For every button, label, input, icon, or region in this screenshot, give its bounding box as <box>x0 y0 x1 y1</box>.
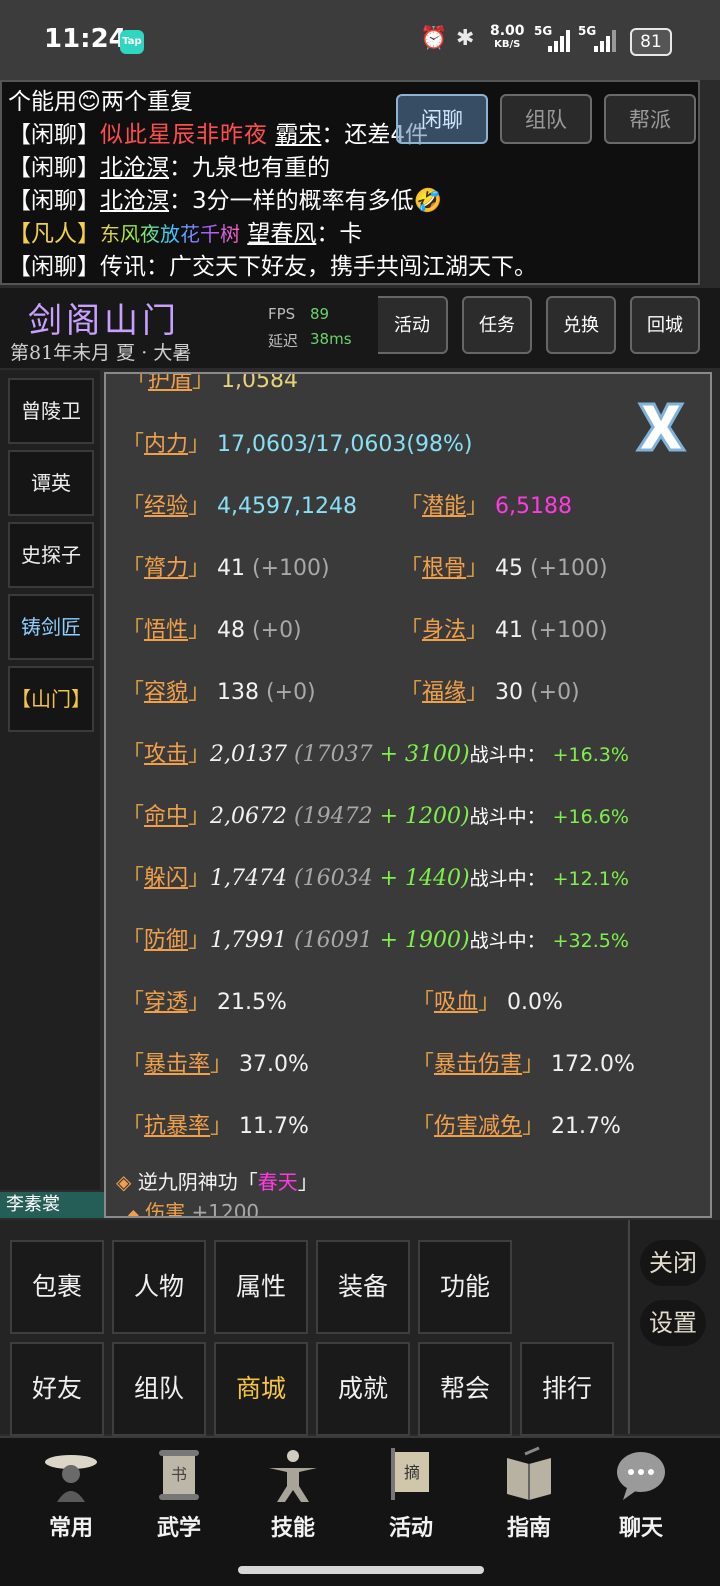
banner-icon: 摘 <box>391 1448 429 1500</box>
quest-button[interactable]: 任务 <box>462 296 532 354</box>
stat-neili: 「内力」 17,0603/17,0603(98%) <box>122 432 473 457</box>
tab-chat-guild[interactable]: 帮派 <box>604 94 696 144</box>
status-time: 11:24 <box>44 24 127 54</box>
settings-button[interactable]: 设置 <box>640 1300 706 1346</box>
menu-character-button[interactable]: 人物 <box>112 1240 206 1334</box>
menu-attributes-button[interactable]: 属性 <box>214 1240 308 1334</box>
menu-guild-button[interactable]: 帮会 <box>418 1342 512 1436</box>
exchange-button[interactable]: 兑换 <box>546 296 616 354</box>
menu-achievements-button[interactable]: 成就 <box>316 1342 410 1436</box>
nav-label: 活动 <box>388 1516 433 1541</box>
scroll-icon: 书 <box>159 1450 199 1500</box>
tab-chat-casual[interactable]: 闲聊 <box>396 94 488 144</box>
nav-label: 武学 <box>156 1516 201 1541</box>
chat-line: 【闲聊】传讯：广交天下好友，携手共闯江湖天下。 <box>8 254 537 280</box>
menu-shop-button[interactable]: 商城 <box>214 1342 308 1436</box>
nav-skills[interactable]: 技能 <box>248 1444 338 1542</box>
stat-potential: 「潜能」 6,5188 <box>400 494 573 519</box>
stat-constitution: 「根骨」 45 (+100) <box>400 556 608 581</box>
stat-agility: 「身法」 41 (+100) <box>400 618 608 643</box>
nav-martial[interactable]: 书 武学 <box>134 1444 224 1542</box>
menu-bag-button[interactable]: 包裹 <box>10 1240 104 1334</box>
book-icon <box>507 1446 551 1500</box>
alarm-icon: ⏰ <box>420 26 448 51</box>
stat-damage-reduction: 「伤害减免」 21.7% <box>412 1114 621 1139</box>
bluetooth-icon: ✱ <box>456 26 475 51</box>
location-title: 剑阁山门 <box>28 301 180 341</box>
npc-item[interactable]: 史探子 <box>8 522 94 588</box>
nav-common[interactable]: 常用 <box>26 1444 116 1542</box>
character-stats-panel[interactable]: 「护盾」 1,0584 「内力」 17,0603/17,0603(98%) 「经… <box>104 372 712 1218</box>
stat-comprehension: 「悟性」 48 (+0) <box>122 618 302 643</box>
stat-crit-resist: 「抗暴率」 11.7% <box>122 1114 309 1139</box>
signal-icon-2 <box>594 30 616 52</box>
nav-label: 技能 <box>270 1516 315 1541</box>
stat-attack: 「攻击」2,0137 (17037 + 3100)战斗中： +16.3% <box>122 742 629 767</box>
net-speed: 8.00 KB/S <box>490 23 525 50</box>
stat-luck: 「福缘」 30 (+0) <box>400 680 580 705</box>
stat-strength: 「膂力」 41 (+100) <box>122 556 330 581</box>
stat-defense: 「防御」1,7991 (16091 + 1900)战斗中： +32.5% <box>122 928 629 953</box>
taptap-app-icon: Tap <box>120 30 144 54</box>
svg-text:摘: 摘 <box>404 1463 420 1482</box>
tab-chat-team[interactable]: 组队 <box>500 94 592 144</box>
menu-friends-button[interactable]: 好友 <box>10 1342 104 1436</box>
signal-icon <box>548 30 570 52</box>
nav-label: 聊天 <box>618 1516 663 1541</box>
chat-bubble-icon <box>617 1452 665 1500</box>
close-icon[interactable] <box>632 398 690 456</box>
menu-ranking-button[interactable]: 排行 <box>520 1342 614 1436</box>
npc-item-exit[interactable]: 【山门】 <box>8 666 94 732</box>
stat-penetration: 「穿透」 21.5% <box>122 990 287 1015</box>
skill-effect: ◆ 伤害 +1200 <box>128 1196 259 1218</box>
diamond-icon: ◈ <box>116 1170 132 1194</box>
game-date: 第81年未月 夏 · 大暑 <box>10 342 192 364</box>
stat-dodge: 「躲闪」1,7474 (16034 + 1440)战斗中： +12.1% <box>122 866 629 891</box>
nav-chat[interactable]: 聊天 <box>596 1444 686 1542</box>
home-indicator[interactable] <box>238 1566 484 1574</box>
chat-line: 【闲聊】北沧溟：3分一样的概率有多低🤣 <box>8 188 443 214</box>
nav-label: 常用 <box>48 1516 93 1541</box>
skill-line: ◈ 逆九阴神功「春天」 <box>116 1170 318 1194</box>
npc-item[interactable]: 铸剑匠 <box>8 594 94 660</box>
svg-text:书: 书 <box>171 1465 187 1484</box>
stat-crit-rate: 「暴击率」 37.0% <box>122 1052 309 1077</box>
stat-appearance: 「容貌」 138 (+0) <box>122 680 316 705</box>
menu-functions-button[interactable]: 功能 <box>418 1240 512 1334</box>
menu-team-button[interactable]: 组队 <box>112 1342 206 1436</box>
return-city-button[interactable]: 回城 <box>630 296 700 354</box>
nav-guide[interactable]: 指南 <box>484 1444 574 1542</box>
stat-exp: 「经验」 4,4597,1248 <box>122 494 358 519</box>
player-name[interactable]: 李素裳 <box>0 1192 104 1218</box>
chat-panel[interactable]: 个能用😊两个重复 【闲聊】似此星辰非昨夜 霸宋：还差4件 【闲聊】北沧溟：九泉也… <box>0 80 700 285</box>
stat-accuracy: 「命中」2,0672 (19472 + 1200)战斗中： +16.6% <box>122 804 629 829</box>
fps-value: 89 <box>310 305 330 323</box>
activity-button[interactable]: 活动 <box>378 296 448 354</box>
npc-item[interactable]: 曾陵卫 <box>8 378 94 444</box>
latency-value: 38ms <box>310 330 352 348</box>
nav-activity[interactable]: 摘 活动 <box>366 1444 456 1542</box>
nav-label: 指南 <box>506 1516 551 1541</box>
stat-lifesteal: 「吸血」 0.0% <box>412 990 563 1015</box>
menu-equipment-button[interactable]: 装备 <box>316 1240 410 1334</box>
hat-figure-icon <box>45 1455 97 1502</box>
chat-line: 【闲聊】似此星辰非昨夜 霸宋：还差4件 <box>8 122 428 148</box>
chat-line: 个能用😊两个重复 <box>8 89 193 115</box>
npc-item[interactable]: 谭英 <box>8 450 94 516</box>
battery-indicator: 81 <box>630 28 672 56</box>
bullet-icon: ◆ <box>128 1207 139 1218</box>
fps-label: FPS <box>268 305 296 323</box>
martial-pose-icon <box>269 1450 317 1502</box>
stat-crit-damage: 「暴击伤害」 172.0% <box>412 1052 635 1077</box>
chat-line: 【闲聊】北沧溟：九泉也有重的 <box>8 155 330 181</box>
stat-shield: 「护盾」 1,0584 <box>126 372 299 393</box>
close-button[interactable]: 关闭 <box>640 1240 706 1286</box>
latency-label: 延迟 <box>268 332 299 350</box>
chat-line: 【凡人】东风夜放花千树 望春风：卡 <box>8 221 363 247</box>
